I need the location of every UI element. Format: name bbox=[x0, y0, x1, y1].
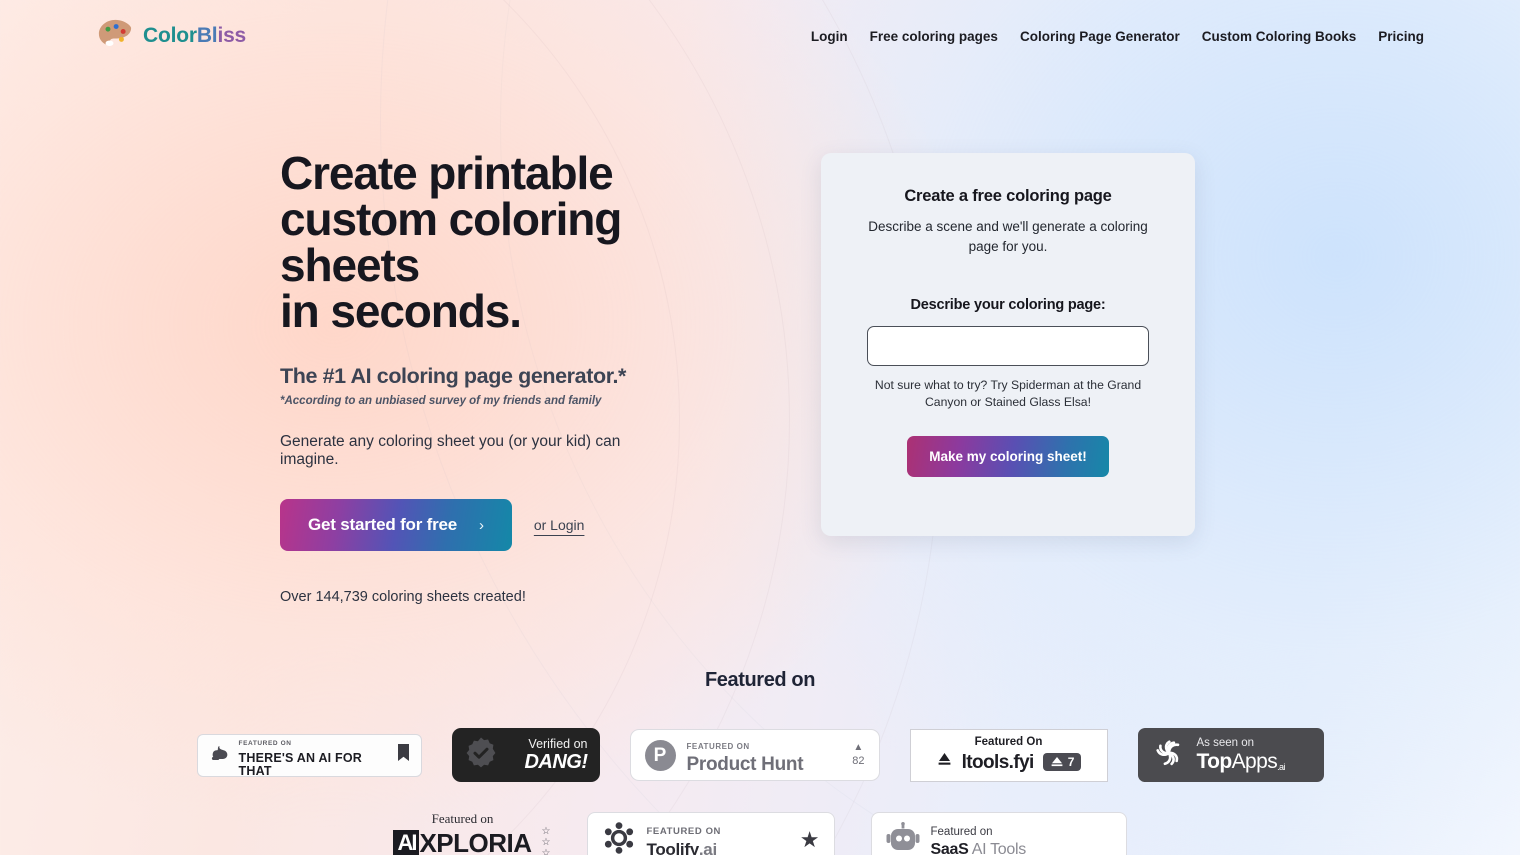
altools-vote-count: 7 bbox=[1067, 755, 1075, 770]
sheets-created-counter: Over 144,739 coloring sheets created! bbox=[280, 589, 526, 605]
badge-theres-an-ai-for-that[interactable]: FEATURED ON THERE'S AN AI FOR THAT bbox=[196, 733, 422, 777]
topapps-name-suffix: .ai bbox=[1277, 762, 1285, 773]
brand-name-part2: Bl bbox=[196, 24, 218, 47]
chevron-right-icon: › bbox=[479, 516, 484, 534]
badge-saas-ai-tools[interactable]: Featured on SaaS AI Tools bbox=[870, 812, 1127, 855]
brand-name-part3: iss bbox=[217, 24, 247, 47]
nav-link-free-coloring-pages[interactable]: Free coloring pages bbox=[870, 29, 998, 44]
card-lede: Describe a scene and we'll generate a co… bbox=[868, 219, 1148, 255]
badge-toolify-ai[interactable]: FEATURED ON Toolify.ai ★ bbox=[586, 812, 835, 855]
nav-link-login[interactable]: Login bbox=[811, 29, 848, 44]
dang-text: Verified on DANG! bbox=[506, 738, 588, 773]
page-title: Create printable custom coloring sheets … bbox=[280, 147, 622, 337]
badge-aixploria[interactable]: Featured on AI XPLORIA ☆ ☆ ☆ bbox=[393, 811, 551, 855]
or-login-link[interactable]: or Login bbox=[534, 517, 585, 533]
product-hunt-text: FEATURED ON Product Hunt bbox=[687, 737, 842, 774]
aixploria-text: Featured on AI XPLORIA bbox=[393, 811, 532, 855]
star-icon: ☆ bbox=[541, 837, 551, 848]
saas-name-dim: AI Tools bbox=[968, 840, 1027, 855]
badge-product-hunt[interactable]: P FEATURED ON Product Hunt ▲ 82 bbox=[629, 729, 880, 781]
toolify-text: FEATURED ON Toolify.ai bbox=[647, 822, 789, 855]
brand-name: ColorBliss bbox=[143, 24, 246, 48]
featured-on-heading: Featured on bbox=[704, 669, 816, 691]
toolify-kicker: FEATURED ON bbox=[646, 826, 722, 837]
card-title: Create a free coloring page bbox=[904, 187, 1112, 205]
topapps-kicker: As seen on bbox=[1196, 736, 1255, 749]
hero-copy: Create printable custom coloring sheets … bbox=[96, 150, 641, 605]
product-hunt-logo-icon: P bbox=[644, 739, 676, 771]
hero-footnote: *According to an unbiased survey of my f… bbox=[280, 395, 602, 407]
topapps-name-light: Apps bbox=[1231, 750, 1278, 774]
nav-link-custom-coloring-books[interactable]: Custom Coloring Books bbox=[1202, 29, 1357, 44]
hero-description: Generate any coloring sheet you (or your… bbox=[280, 433, 621, 468]
saas-name-bold: SaaS bbox=[930, 840, 969, 855]
upvote-triangle-icon: ▲ bbox=[853, 742, 864, 753]
describe-coloring-page-input[interactable] bbox=[867, 325, 1149, 366]
product-hunt-votes: ▲ 82 bbox=[852, 743, 864, 767]
featured-badges-row-2: Featured on AI XPLORIA ☆ ☆ ☆ FEATURED ON T… bbox=[0, 812, 1520, 855]
product-hunt-name: Product Hunt bbox=[686, 753, 804, 775]
toolify-name-dim: .ai bbox=[698, 840, 717, 855]
product-hunt-vote-count: 82 bbox=[852, 755, 865, 767]
free-coloring-page-card: Create a free coloring page Describe a s… bbox=[821, 153, 1195, 536]
star-icon: ☆ bbox=[541, 826, 551, 837]
hero-subheadline: The #1 AI coloring page generator.* bbox=[280, 364, 627, 388]
gear-dots-icon bbox=[602, 821, 636, 855]
brand-name-part1: Color bbox=[143, 24, 197, 47]
topapps-text: As seen on TopApps.ai bbox=[1196, 736, 1286, 774]
featured-badges-row-1: FEATURED ON THERE'S AN AI FOR THAT Verif… bbox=[0, 728, 1520, 782]
make-coloring-sheet-button[interactable]: Make my coloring sheet! bbox=[907, 436, 1109, 478]
altools-vote-chip: 7 bbox=[1042, 753, 1082, 772]
topapps-name: TopApps.ai bbox=[1196, 750, 1286, 774]
badge-altools-fyi[interactable]: Featured On ltools.fyi 7 bbox=[909, 728, 1108, 782]
get-started-label: Get started for free bbox=[308, 515, 458, 534]
site-header: ColorBliss Login Free coloring pages Col… bbox=[0, 0, 1520, 72]
badge-topapps-ai[interactable]: As seen on TopApps.ai bbox=[1137, 728, 1324, 782]
topapps-name-bold: Top bbox=[1196, 750, 1233, 774]
dang-name: DANG! bbox=[524, 751, 588, 774]
aixploria-name: XPLORIA bbox=[419, 828, 532, 855]
hero-cta-row: Get started for free › or Login bbox=[280, 499, 641, 551]
get-started-button[interactable]: Get started for free › bbox=[280, 499, 512, 551]
saas-kicker: Featured on bbox=[930, 825, 993, 838]
robot-icon bbox=[886, 821, 920, 855]
nav-link-coloring-page-generator[interactable]: Coloring Page Generator bbox=[1020, 29, 1180, 44]
brand-logo[interactable]: ColorBliss bbox=[96, 18, 246, 54]
card-hint: Not sure what to try? Try Spiderman at t… bbox=[874, 377, 1142, 409]
altools-triangle-icon bbox=[936, 751, 953, 773]
taaft-name: THERE'S AN AI FOR THAT bbox=[238, 751, 363, 778]
bookmark-icon bbox=[397, 743, 410, 767]
product-hunt-kicker: FEATURED ON bbox=[686, 741, 750, 751]
star-icon: ☆ bbox=[541, 848, 551, 855]
aixploria-stars: ☆ ☆ ☆ bbox=[542, 826, 551, 855]
dang-kicker: Verified on bbox=[528, 736, 588, 751]
toolify-name-bold: Toolify bbox=[646, 840, 700, 855]
palette-icon bbox=[96, 18, 134, 54]
saas-name: SaaS AI Tools bbox=[930, 840, 1112, 855]
altools-name: ltools.fyi bbox=[961, 751, 1035, 773]
altools-row: ltools.fyi 7 bbox=[936, 751, 1082, 773]
taaft-kicker: FEATURED ON bbox=[238, 740, 292, 747]
nav-link-pricing[interactable]: Pricing bbox=[1378, 29, 1424, 44]
aixploria-kicker: Featured on bbox=[431, 811, 494, 826]
altools-kicker: Featured On bbox=[974, 735, 1043, 748]
aixploria-ai-mark: AI bbox=[393, 830, 420, 855]
verified-gear-check-icon bbox=[464, 736, 498, 775]
hero-section: Create printable custom coloring sheets … bbox=[0, 150, 1520, 605]
toolify-star-icon: ★ bbox=[799, 827, 820, 852]
aixploria-name-row: AI XPLORIA bbox=[393, 828, 532, 855]
saas-text: Featured on SaaS AI Tools bbox=[931, 823, 1112, 855]
main-navigation: Login Free coloring pages Coloring Page … bbox=[811, 29, 1424, 44]
toolify-name: Toolify.ai bbox=[647, 841, 789, 855]
describe-field-label: Describe your coloring page: bbox=[910, 296, 1106, 313]
flexing-arm-icon bbox=[209, 742, 231, 769]
triangle-stack-icon bbox=[1051, 757, 1063, 767]
swirl-logo-icon bbox=[1150, 734, 1188, 777]
badge-dang[interactable]: Verified on DANG! bbox=[451, 728, 600, 782]
taaft-text: FEATURED ON THERE'S AN AI FOR THAT bbox=[239, 733, 389, 777]
